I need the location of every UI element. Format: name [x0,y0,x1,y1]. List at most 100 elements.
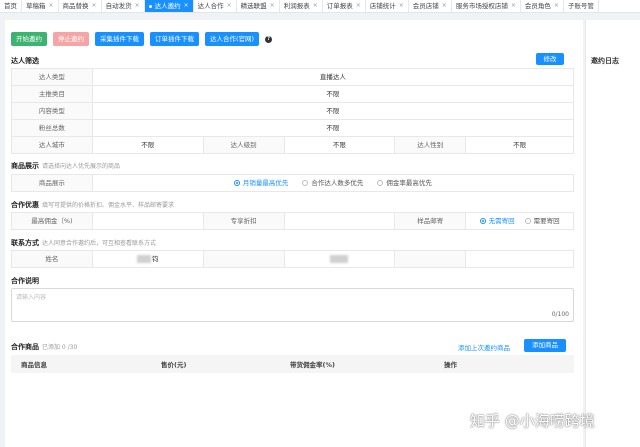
table-row: 商品展示 月销量最高优先 合作达人数多优先 佣金率最高优先 [12,175,574,192]
modify-button[interactable]: 修改 [536,53,564,65]
close-icon[interactable]: × [135,0,140,12]
product-show-table: 商品展示 月销量最高优先 合作达人数多优先 佣金率最高优先 [11,174,574,192]
col-commission: 带货佣金率(%) [290,361,335,369]
close-icon[interactable]: × [511,0,516,12]
tab-label: 店铺统计 [369,2,396,10]
close-icon[interactable]: × [442,0,447,12]
table-row: 粉丝总数 不限 [12,120,574,137]
sample-options: 无需寄回 需要寄回 [466,213,574,229]
tab-label: 精选联盟 [240,2,267,10]
tab-item[interactable]: 店铺统计 × [366,0,409,12]
add-product-button[interactable]: 添加商品 [524,339,566,352]
tab-item[interactable]: 精选联盟 × [237,0,280,12]
filter-label: 达人类型 [12,69,93,85]
close-icon[interactable]: × [227,0,232,12]
desc-textarea[interactable]: 请输入内容 0/100 [11,288,574,322]
order-plugin-download-button[interactable]: 订单插件下载 [150,32,199,46]
tab-item[interactable]: 达人邀约 × [144,0,194,12]
col-product-info: 商品信息 [21,361,47,369]
tab-bar: 首页 草稿箱 × 商品替换 × 自动发货 × 达人邀约 × 达人合作 × 精选联盟 × 利润报表 × 订单报表… [0,0,640,13]
tab-item[interactable]: 达人合作 × [194,0,237,12]
tab-label: 自动发货 [105,2,132,10]
start-invite-button[interactable]: 开始邀约 [11,32,47,46]
tab-item[interactable]: 首页 [0,0,22,12]
coop-table: 最高佣金（%) 专享折扣 样品邮寄 无需寄回 需要寄回 [11,212,574,230]
tab-label: 订单报表 [326,2,353,10]
table-row: 达人类型 直播达人 [12,69,574,86]
close-icon[interactable]: × [92,0,97,12]
product-show-radio[interactable]: 合作达人数多优先 [302,175,363,191]
radio-circle-icon [233,180,240,186]
sample-radio-label: 需要寄回 [533,217,560,225]
tab-item[interactable]: 会员角色 × [521,0,564,12]
table-row: 最高佣金（%) 专享折扣 样品邮寄 无需寄回 需要寄回 [12,213,574,230]
redacted-text [329,255,348,263]
discount-input[interactable] [285,213,396,229]
sample-radio[interactable]: 需要寄回 [524,213,560,229]
product-show-hint: 请选择向达人优先展示的商品 [42,163,121,170]
table-row: 姓名 钧 [12,251,574,268]
tab-item[interactable]: 订单报表 × [323,0,366,12]
contact-title: 联系方式 达人同意合作邀约后，可互相查看联系方式 [11,238,156,248]
tab-item[interactable]: 利润报表 × [280,0,323,12]
tab-label: 商品替换 [62,2,89,10]
product-show-radio[interactable]: 佣金率最高优先 [377,175,432,191]
watermark: 知乎 @小海唠跨境 [470,412,595,430]
coop-hint: 填写可提供的价格折扣、佣金水平、样品邮寄要求 [42,202,175,209]
help-icon[interactable]: ? [265,35,273,43]
tab-item[interactable]: 服务市场授权店铺 × [452,0,521,12]
products-table-header: 商品信息 售价(元) 带货佣金率(%) 操作 [11,355,574,373]
tab-item[interactable]: 子账号管 [564,0,599,12]
products-title-text: 合作商品 [11,343,39,351]
filter-value: 不限 [93,86,574,102]
tab-item[interactable]: 会员店铺 × [409,0,452,12]
close-icon[interactable]: × [356,0,361,12]
toolbar: 开始邀约 停止邀约 采集插件下载 订单插件下载 达人合作(官网) ? [11,32,273,46]
radio-circle-icon [479,218,486,224]
sample-radio[interactable]: 无需寄回 [479,213,515,229]
close-icon[interactable]: × [554,0,559,12]
filter-value: 不限 [93,103,574,119]
filter-value: 不限 [93,120,574,136]
gender-label: 达人性别 [395,137,467,153]
col-price: 售价(元) [161,361,187,369]
tab-label: 达人合作 [197,2,224,10]
name-text: 钧 [152,255,159,263]
influencer-coop-official-button[interactable]: 达人合作(官网) [205,32,260,46]
tab-item[interactable]: 商品替换 × [59,0,102,12]
products-added-count: 已添加 0 /30 [42,344,78,351]
close-icon[interactable]: × [270,0,275,12]
add-last-products-link[interactable]: 添加上次邀约商品 [458,342,510,352]
product-show-title: 商品展示 请选择向达人优先展示的商品 [11,161,120,171]
contact-value-blank [466,251,574,267]
product-show-title-text: 商品展示 [11,162,39,170]
tab-label: 会员店铺 [412,2,439,10]
level-value: 不限 [285,137,396,153]
desc-counter: 0/100 [551,311,569,318]
radio-circle-icon [377,180,384,186]
redacted-text [137,255,151,263]
filter-label: 内容类型 [12,103,93,119]
tab-item[interactable]: 草稿箱 × [22,0,59,12]
collect-plugin-download-button[interactable]: 采集插件下载 [95,32,144,46]
close-icon[interactable]: × [184,0,189,12]
close-icon[interactable]: × [313,0,318,12]
active-dot-icon [148,4,152,8]
commission-input[interactable] [93,213,204,229]
tab-label: 服务市场授权店铺 [455,2,508,10]
filter-label: 粉丝总数 [12,120,93,136]
product-show-radio[interactable]: 月销量最高优先 [233,175,288,191]
col-actions: 操作 [444,361,457,369]
tab-label: 子账号管 [567,2,594,10]
invite-log-title: 邀约日志 [591,57,619,65]
tab-item[interactable]: 自动发货 × [102,0,145,12]
close-icon[interactable]: × [49,0,54,12]
city-value: 不限 [93,137,204,153]
invite-log-panel: 邀约日志 [585,20,640,447]
contact-label-blank2 [395,251,467,267]
stop-invite-button[interactable]: 停止邀约 [53,32,89,46]
coop-title: 合作优惠 填写可提供的价格折扣、佣金水平、样品邮寄要求 [11,200,174,210]
close-icon[interactable]: × [399,0,404,12]
phone-value [285,251,396,267]
contact-title-text: 联系方式 [11,239,39,247]
